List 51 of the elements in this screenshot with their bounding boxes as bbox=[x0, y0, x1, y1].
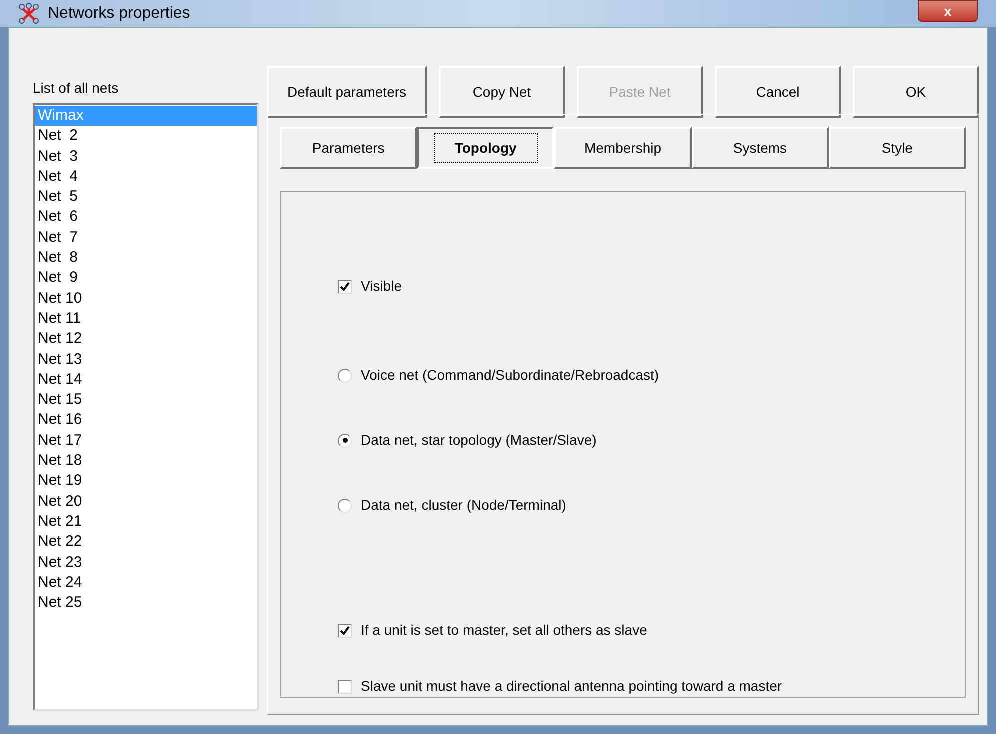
radio-label: Data net, cluster (Node/Terminal) bbox=[361, 496, 566, 515]
net-list-item[interactable]: Net 5 bbox=[35, 187, 257, 208]
tab[interactable]: Topology bbox=[417, 127, 554, 169]
net-list-item[interactable]: Net 18 bbox=[35, 451, 257, 472]
net-list-item[interactable]: Net 17 bbox=[35, 430, 257, 452]
radio-label: Voice net (Command/Subordinate/Rebroadcast) bbox=[361, 366, 660, 385]
radio-button[interactable] bbox=[338, 368, 352, 382]
net-list-item[interactable]: Net 23 bbox=[35, 552, 257, 573]
checkbox-label: Slave unit must have a directional antenna pointing toward a master bbox=[361, 677, 782, 696]
radio-button[interactable] bbox=[338, 434, 352, 448]
net-list-item[interactable]: Net 19 bbox=[35, 471, 257, 492]
net-list-item[interactable]: Net 24 bbox=[35, 572, 257, 594]
net-list-item[interactable]: Net 8 bbox=[35, 248, 257, 268]
net-list-item[interactable]: Net 9 bbox=[35, 268, 257, 289]
toolbar-button[interactable]: Cancel bbox=[715, 66, 841, 118]
radio-label: Data net, star topology (Master/Slave) bbox=[361, 431, 597, 450]
net-list-item[interactable]: Net 4 bbox=[35, 166, 257, 188]
net-list-item[interactable]: Net 16 bbox=[35, 410, 257, 431]
checkbox[interactable] bbox=[338, 280, 352, 294]
radio-button[interactable] bbox=[338, 498, 352, 512]
toolbar-button[interactable]: Copy Net bbox=[439, 66, 565, 118]
net-list-item[interactable]: Net 7 bbox=[35, 228, 257, 248]
checkbox[interactable] bbox=[338, 680, 352, 694]
checkbox[interactable] bbox=[338, 624, 352, 638]
net-list-item[interactable]: Net 3 bbox=[35, 146, 257, 167]
window-title: Networks properties bbox=[48, 4, 190, 24]
checkbox-label: If a unit is set to master, set all others as slave bbox=[361, 621, 648, 640]
net-list-item[interactable]: Net 14 bbox=[35, 370, 257, 390]
net-list-item[interactable]: Net 12 bbox=[35, 329, 257, 350]
net-list-item[interactable]: Net 25 bbox=[35, 593, 257, 614]
tab[interactable]: Systems bbox=[692, 127, 829, 169]
checkbox-label: Visible bbox=[361, 277, 402, 296]
toolbar-button[interactable]: Default parameters bbox=[267, 66, 427, 118]
net-list-item[interactable]: Net 11 bbox=[35, 308, 257, 330]
tab[interactable]: Membership bbox=[554, 127, 692, 169]
net-list-item[interactable]: Net 6 bbox=[35, 207, 257, 228]
tab[interactable]: Parameters bbox=[280, 127, 418, 169]
net-list-item[interactable]: Net 10 bbox=[35, 288, 257, 309]
check-icon bbox=[340, 626, 350, 636]
close-button[interactable]: x bbox=[918, 0, 978, 22]
tab[interactable]: Style bbox=[828, 127, 966, 169]
net-list-item[interactable]: Net 20 bbox=[35, 492, 257, 512]
list-label: List of all nets bbox=[33, 79, 120, 98]
net-list-item[interactable]: Net 21 bbox=[35, 512, 257, 532]
toolbar-button[interactable]: OK bbox=[853, 66, 979, 118]
net-list-item[interactable]: Net 13 bbox=[35, 350, 257, 370]
net-list-item[interactable]: Net 22 bbox=[35, 532, 257, 553]
check-icon bbox=[340, 282, 350, 292]
net-list-item[interactable]: Net 15 bbox=[35, 390, 257, 410]
net-list-item[interactable]: Net 2 bbox=[35, 126, 257, 147]
network-icon bbox=[18, 2, 40, 24]
